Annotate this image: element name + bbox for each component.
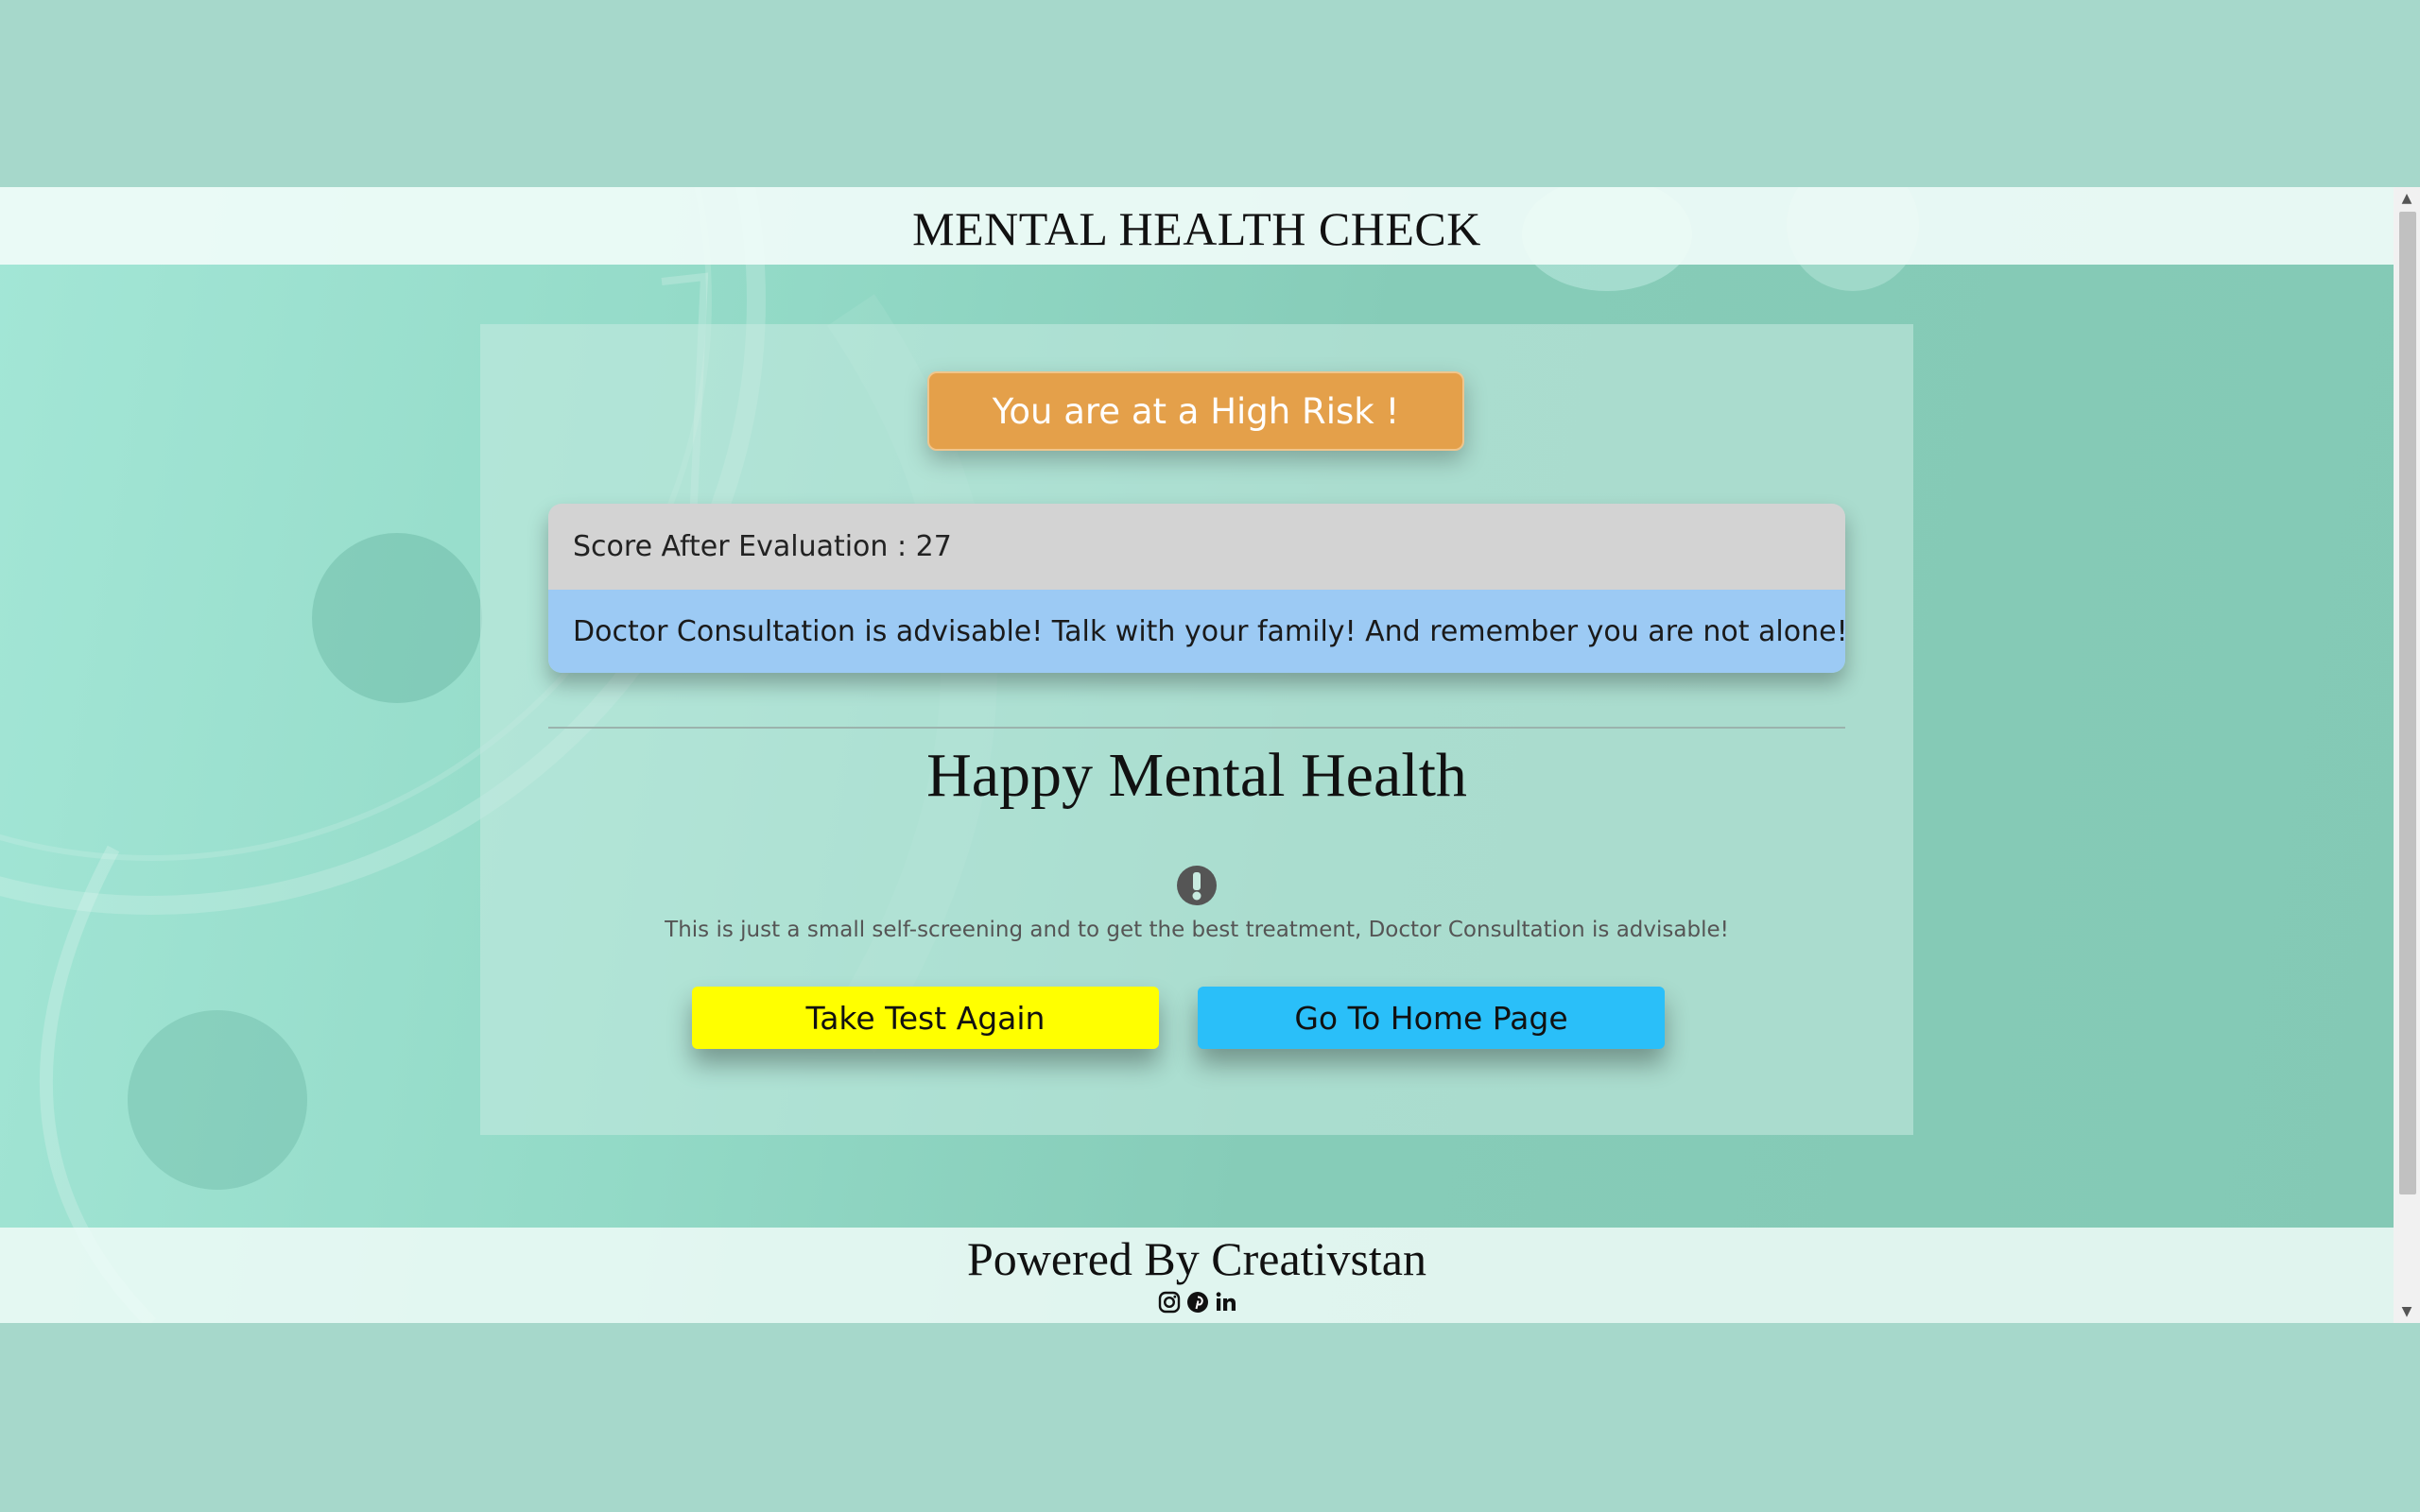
page-title: MENTAL HEALTH CHECK — [912, 202, 1481, 255]
score-row: Score After Evaluation : 27 — [548, 504, 1845, 590]
instagram-icon[interactable] — [1157, 1290, 1182, 1314]
header-bar: MENTAL HEALTH CHECK — [0, 187, 2394, 265]
advice-row: Doctor Consultation is advisable! Talk w… — [548, 590, 1845, 673]
pinterest-icon[interactable] — [1185, 1290, 1210, 1314]
vertical-scrollbar[interactable]: ▲ ▼ — [2394, 187, 2420, 1323]
scroll-down-arrow-icon[interactable]: ▼ — [2394, 1300, 2420, 1323]
take-test-again-button[interactable]: Take Test Again — [692, 987, 1159, 1049]
page-background: MENTAL HEALTH CHECK You are at a High Ri… — [0, 187, 2394, 1323]
section-title: Happy Mental Health — [926, 741, 1467, 810]
social-links — [1157, 1290, 1238, 1314]
divider — [548, 727, 1845, 729]
risk-badge: You are at a High Risk ! — [927, 371, 1464, 451]
go-home-button[interactable]: Go To Home Page — [1198, 987, 1665, 1049]
footer: Powered By Creativstan — [0, 1228, 2394, 1323]
scroll-up-arrow-icon[interactable]: ▲ — [2394, 187, 2420, 210]
exclamation-circle-icon — [1177, 866, 1217, 905]
result-card: You are at a High Risk ! Score After Eva… — [480, 324, 1913, 1135]
result-list: Score After Evaluation : 27 Doctor Consu… — [548, 504, 1845, 673]
scrollbar-thumb[interactable] — [2399, 212, 2416, 1194]
footer-credit: Powered By Creativstan — [966, 1232, 1426, 1285]
linkedin-icon[interactable] — [1214, 1290, 1238, 1314]
browser-viewport: MENTAL HEALTH CHECK You are at a High Ri… — [0, 187, 2420, 1323]
disclaimer-text: This is just a small self-screening and … — [665, 918, 1729, 942]
